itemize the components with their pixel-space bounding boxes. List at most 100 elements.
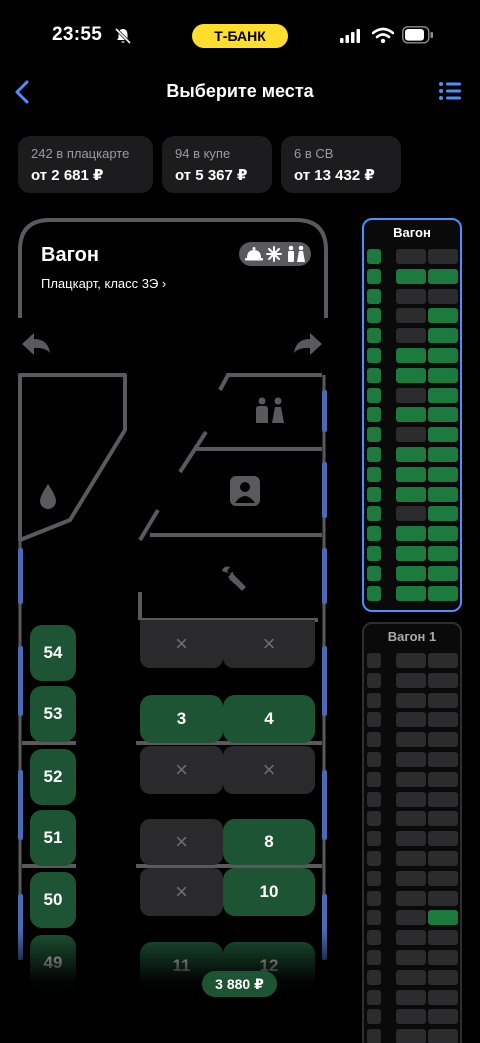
minimap-seat-cell [428, 672, 458, 688]
minimap-seat-cell [396, 288, 426, 304]
minimap-seat-cell [367, 771, 381, 787]
list-view-icon[interactable] [438, 80, 462, 102]
price-card-kupe[interactable]: 94 в купе от 5 367 ₽ [162, 136, 272, 193]
minimap-seat-cell [428, 585, 458, 601]
minimap-seat-cell [396, 672, 426, 688]
minimap-seat-cell [428, 950, 458, 965]
minimap-seat-cell [396, 771, 426, 787]
arrow-left-icon [22, 333, 50, 355]
minimap-seat-cell [428, 870, 458, 886]
seat-51[interactable]: 51 [30, 810, 76, 866]
minimap-seat-cell [367, 387, 381, 403]
minimap-seat-cell [396, 387, 426, 403]
minimap-seat-cell [428, 546, 458, 561]
minimap-seat-cell [396, 367, 426, 383]
minimap-seat-cell [367, 930, 381, 946]
snowflake-icon [266, 246, 282, 262]
seat-10[interactable]: 10 [223, 868, 315, 916]
toilet-icon [256, 397, 284, 423]
amenities-pill[interactable] [239, 242, 311, 266]
seat-50[interactable]: 50 [30, 872, 76, 928]
minimap-seat-cell [428, 653, 458, 668]
minimap-seat-cell [367, 466, 381, 482]
seat-3[interactable]: 3 [140, 695, 223, 743]
minimap-seat-cell [428, 407, 458, 423]
seat-4[interactable]: 4 [223, 695, 315, 743]
minimap-seat-cell [428, 811, 458, 827]
minimap-seat-cell [367, 308, 381, 324]
minimap-wagon-1[interactable]: Вагон 1 [362, 622, 462, 1043]
minimap-seat-cell [396, 328, 426, 344]
minimap-seat-cell [428, 466, 458, 482]
bell-muted-icon [114, 27, 132, 45]
minimap-seat-cell [428, 831, 458, 847]
minimap-title: Вагон 1 [387, 629, 437, 644]
minimap-seat-cell [428, 890, 458, 906]
minimap-seat-cell [367, 851, 381, 866]
minimap-seat-cell [367, 486, 381, 502]
minimap-seat-cell [428, 791, 458, 807]
price-card-price: от 5 367 ₽ [175, 167, 248, 184]
minimap-seat-cell [428, 328, 458, 344]
minimap-seat-cell [396, 348, 426, 363]
price-card-price: от 13 432 ₽ [294, 167, 375, 184]
minimap-seat-cell [367, 712, 381, 728]
minimap-seat-cell [396, 910, 426, 926]
minimap-seat-cell [367, 890, 381, 906]
seat-8[interactable]: 8 [223, 819, 315, 865]
bank-app-pill[interactable]: Т-БАНК [192, 24, 288, 48]
minimap-seat-cell [367, 249, 381, 264]
minimap-seat-cell [428, 1029, 458, 1043]
minimap-seat-cell [396, 890, 426, 906]
minimap-seat-cell [367, 585, 381, 601]
minimap-seat-cell [396, 1029, 426, 1043]
minimap-seat-cell [396, 466, 426, 482]
minimap-seat-cell [428, 308, 458, 324]
price-card-label: 6 в СВ [294, 146, 334, 161]
minimap-title: Вагон [393, 225, 431, 240]
minimap-seat-cell [367, 427, 381, 443]
price-card-sv[interactable]: 6 в СВ от 13 432 ₽ [281, 136, 401, 193]
minimap-seat-cell [396, 831, 426, 847]
minimap-seat-cell [396, 407, 426, 423]
minimap-seat-cell [396, 870, 426, 886]
minimap-seat-cell [367, 870, 381, 886]
minimap-seat-cell [428, 447, 458, 462]
wagon-class-link[interactable]: Плацкарт, класс 3Э › [41, 276, 166, 291]
battery-icon [402, 26, 433, 44]
minimap-seat-cell [396, 752, 426, 767]
minimap-seat-cell [428, 526, 458, 542]
seat-54[interactable]: 54 [30, 625, 76, 681]
seat-taken: × [223, 746, 315, 794]
price-card-platzkart[interactable]: 242 в плацкарте от 2 681 ₽ [18, 136, 153, 193]
minimap-seat-cell [396, 969, 426, 985]
minimap-seat-cell [428, 771, 458, 787]
minimap-seat-cell [396, 546, 426, 561]
seat-52[interactable]: 52 [30, 749, 76, 805]
total-price-pill[interactable]: 3 880 ₽ [202, 971, 277, 997]
minimap-seat-cell [396, 447, 426, 462]
minimap-seat-cell [367, 1029, 381, 1043]
minimap-seat-cell [367, 565, 381, 581]
seat-taken: × [140, 868, 223, 916]
minimap-seat-cell [428, 348, 458, 363]
minimap-seat-cell [367, 910, 381, 926]
wc-icon [288, 245, 305, 262]
minimap-seat-cell [396, 427, 426, 443]
minimap-seat-cell [428, 910, 458, 926]
wagon-title: Вагон [41, 244, 99, 266]
minimap-seat-cell [367, 752, 381, 767]
minimap-seat-cell [367, 989, 381, 1005]
minimap-seat-cell [396, 506, 426, 522]
minimap-seat-cell [396, 930, 426, 946]
minimap-active-wagon[interactable]: Вагон [362, 218, 462, 612]
minimap-seat-cell [367, 811, 381, 827]
minimap-seat-cell [396, 565, 426, 581]
minimap-seat-cell [428, 506, 458, 522]
minimap-seat-cell [428, 288, 458, 304]
minimap-seat-cell [428, 752, 458, 767]
seat-53[interactable]: 53 [30, 686, 76, 742]
minimap-seat-cell [396, 811, 426, 827]
minimap-seat-cell [367, 672, 381, 688]
seat-taken: × [140, 746, 223, 794]
